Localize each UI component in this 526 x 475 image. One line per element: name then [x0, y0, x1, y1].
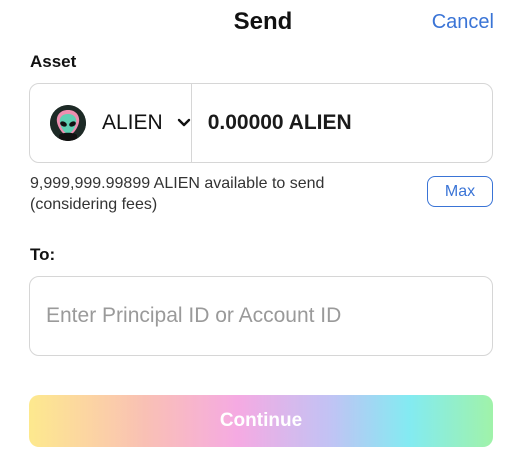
asset-label: Asset: [30, 52, 77, 71]
asset-amount-box: ALIEN: [29, 83, 509, 163]
available-balance-text: 9,999,999.99899 ALIEN available to send …: [30, 175, 325, 213]
asset-selector[interactable]: ALIEN: [30, 84, 192, 162]
alien-head-icon: [50, 105, 86, 141]
recipient-input[interactable]: [29, 276, 493, 356]
chevron-down-icon: [177, 116, 191, 130]
max-button[interactable]: Max: [427, 176, 493, 207]
recipient-label: To:: [30, 245, 56, 264]
cancel-button[interactable]: Cancel: [432, 11, 494, 34]
continue-button[interactable]: Continue: [29, 395, 493, 447]
amount-input[interactable]: [191, 84, 509, 162]
selected-token-name: ALIEN: [102, 111, 163, 134]
